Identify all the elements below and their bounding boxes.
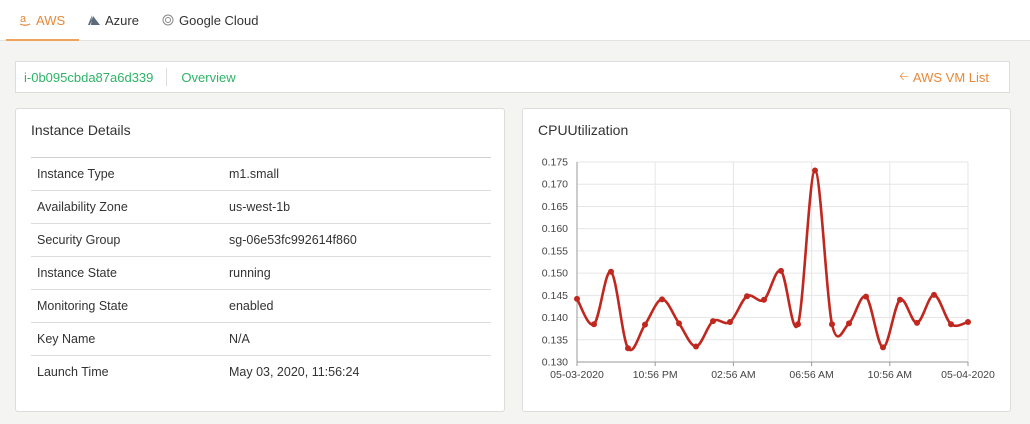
y-tick-label: 0.150 [542, 268, 568, 280]
breadcrumb: i-0b095cbda87a6d339 Overview 🡠 AWS VM Li… [15, 61, 1010, 93]
cpu-series-line [575, 169, 969, 352]
data-point [727, 319, 733, 325]
x-tick-label: 05-04-2020 [941, 369, 995, 381]
cpu-utilization-card: CPUUtilization 0.130 0.135 0.140 0.145 0.150… [522, 108, 1011, 412]
y-tick-label: 0.160 [542, 223, 568, 235]
row-key: Instance State [31, 256, 223, 290]
data-point [761, 296, 767, 303]
data-point [778, 267, 784, 274]
y-tick-label: 0.145 [542, 290, 568, 302]
table-row: Instance Type m1.small [31, 157, 491, 191]
row-key: Security Group [31, 223, 223, 257]
data-point [863, 293, 869, 300]
arrow-left-icon: 🡠 [899, 68, 909, 83]
data-point [795, 321, 801, 328]
row-value: running [223, 256, 491, 290]
data-point [574, 295, 580, 302]
table-row: Key Name N/A [31, 322, 491, 356]
x-tick-label: 02:56 AM [711, 369, 755, 381]
svg-text:a: a [20, 14, 27, 25]
x-tick-label: 05-03-2020 [550, 369, 604, 381]
row-value: N/A [223, 322, 491, 356]
data-point [642, 321, 648, 328]
row-value: sg-06e53fc992614f860 [223, 223, 491, 257]
x-tick-label: 06:56 AM [789, 369, 833, 381]
data-point [676, 320, 682, 327]
tab-azure[interactable]: Azure [88, 0, 139, 40]
data-point [710, 318, 716, 325]
row-key: Key Name [31, 322, 223, 356]
tab-label: Google Cloud [179, 12, 259, 28]
table-row: Launch Time May 03, 2020, 11:56:24 [31, 355, 491, 388]
provider-tabs: a AWS Azure Google Cloud [0, 0, 1030, 41]
card-title: Instance Details [31, 122, 131, 138]
data-point [914, 319, 920, 326]
data-point [897, 296, 903, 303]
row-value: us-west-1b [223, 190, 491, 224]
back-to-vm-list-link[interactable]: 🡠 AWS VM List [899, 62, 989, 92]
table-row: Instance State running [31, 256, 491, 290]
tab-google-cloud[interactable]: Google Cloud [162, 0, 259, 40]
row-key: Instance Type [31, 157, 223, 191]
amazon-icon: a [20, 14, 31, 26]
table-row: Monitoring State enabled [31, 289, 491, 323]
instance-details-table: Instance Type m1.small Availability Zone… [31, 157, 491, 388]
tab-label: Azure [105, 12, 139, 28]
table-row: Security Group sg-06e53fc992614f860 [31, 223, 491, 257]
data-point [846, 320, 852, 327]
breadcrumb-overview[interactable]: Overview [167, 70, 235, 85]
data-point [931, 291, 937, 298]
row-key: Availability Zone [31, 190, 223, 224]
data-point [880, 344, 886, 351]
cpu-utilization-chart: 0.130 0.135 0.140 0.145 0.150 0.155 0.160 0.165… [542, 157, 995, 382]
tab-aws[interactable]: a AWS [5, 0, 80, 41]
row-value: m1.small [223, 157, 491, 191]
data-point [591, 321, 597, 328]
data-point [625, 345, 631, 352]
data-point [659, 296, 665, 303]
back-link-label: AWS VM List [912, 69, 989, 85]
row-value: May 03, 2020, 11:56:24 [223, 355, 491, 388]
y-tick-label: 0.165 [542, 201, 568, 213]
data-point [829, 321, 835, 328]
x-tick-label: 10:56 PM [633, 369, 678, 381]
y-tick-label: 0.130 [542, 357, 568, 369]
data-point [948, 321, 954, 328]
y-tick-label: 0.140 [542, 312, 568, 324]
data-point [965, 319, 971, 325]
google-cloud-icon [162, 14, 174, 26]
row-key: Launch Time [31, 355, 223, 388]
breadcrumb-instance-id[interactable]: i-0b095cbda87a6d339 [16, 70, 166, 85]
azure-icon [88, 15, 100, 25]
x-tick-label: 10:56 AM [868, 369, 912, 381]
data-point [812, 167, 818, 174]
tab-label: AWS [36, 12, 66, 28]
y-tick-label: 0.135 [542, 334, 568, 346]
instance-details-card: Instance Details Instance Type m1.small … [15, 108, 505, 412]
data-point [693, 343, 699, 350]
row-key: Monitoring State [31, 289, 223, 323]
y-tick-label: 0.155 [542, 245, 568, 257]
y-tick-label: 0.170 [542, 179, 568, 191]
y-tick-label: 0.175 [542, 157, 568, 169]
data-point [744, 293, 750, 300]
data-point [608, 268, 614, 275]
table-row: Availability Zone us-west-1b [31, 190, 491, 224]
row-value: enabled [223, 289, 491, 323]
